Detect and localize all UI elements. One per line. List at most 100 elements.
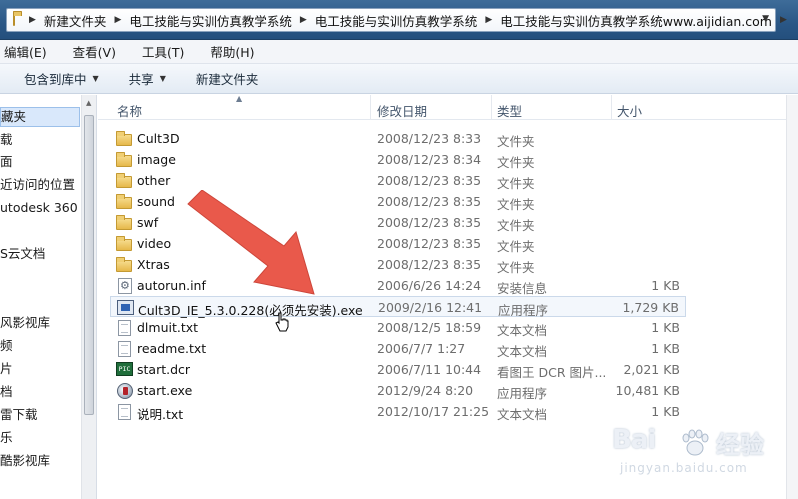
address-bar[interactable]: ▶ 新建文件夹 ▶ 电工技能与实训仿真教学系统 ▶ 电工技能与实训仿真教学系统 …: [6, 8, 787, 32]
file-type: 文件夹: [497, 197, 535, 212]
file-row[interactable]: other 2008/12/23 8:35 文件夹: [110, 170, 686, 191]
share-button[interactable]: 共享 ▼: [129, 69, 166, 88]
file-date: 2008/12/23 8:35: [377, 194, 482, 209]
nav-item-music[interactable]: 乐: [0, 428, 13, 448]
scroll-up-icon[interactable]: ▲: [86, 99, 91, 107]
folder-icon: [116, 236, 132, 251]
nav-item-videos[interactable]: 频: [0, 336, 13, 356]
image-file-icon: PIC: [116, 362, 133, 376]
mouse-cursor-icon: [275, 312, 289, 332]
file-date: 2008/12/23 8:35: [377, 215, 482, 230]
file-name: Cult3D: [137, 131, 180, 146]
command-toolbar: 包含到库中 ▼ 共享 ▼ 新建文件夹: [0, 64, 798, 94]
file-type: 安装信息: [497, 281, 548, 296]
settings-file-icon: [118, 278, 132, 294]
paw-logo-icon: [682, 429, 709, 456]
column-header-row: ▲ 名称 修改日期 类型 大小: [98, 94, 798, 120]
file-row[interactable]: PIC start.dcr 2006/7/11 10:44 看图王 DCR 图片...…: [110, 359, 686, 380]
file-date: 2008/12/23 8:35: [377, 236, 482, 251]
breadcrumb-item[interactable]: 电工技能与实训仿真教学系统: [315, 11, 478, 30]
new-folder-button[interactable]: 新建文件夹: [196, 69, 259, 88]
column-divider[interactable]: [370, 95, 371, 120]
nav-item-autodesk-360[interactable]: utodesk 360: [0, 198, 78, 218]
nav-scrollbar[interactable]: ▲: [81, 95, 96, 499]
file-row[interactable]: readme.txt 2006/7/7 1:27 文本文档 1 KB: [110, 338, 686, 359]
file-row[interactable]: sound 2008/12/23 8:35 文件夹: [110, 191, 686, 212]
file-size: 1 KB: [651, 404, 680, 419]
folder-icon: [116, 215, 132, 230]
menu-help[interactable]: 帮助(H): [206, 42, 262, 61]
folder-icon: [116, 257, 132, 272]
watermark-brand-cn: 经验: [716, 431, 764, 459]
nav-scrollbar-thumb[interactable]: [84, 115, 94, 415]
column-divider[interactable]: [491, 95, 492, 120]
nav-item-recent-places[interactable]: 近访问的位置: [0, 175, 75, 195]
file-name: swf: [137, 215, 159, 230]
file-type: 应用程序: [497, 386, 548, 401]
file-row[interactable]: image 2008/12/23 8:34 文件夹: [110, 149, 686, 170]
chevron-down-icon[interactable]: ▼: [762, 14, 769, 24]
file-type: 文本文档: [497, 323, 548, 338]
folder-icon: [13, 11, 22, 26]
file-date: 2006/7/7 1:27: [377, 341, 466, 356]
file-date: 2012/10/17 21:25: [377, 404, 490, 419]
include-in-library-button[interactable]: 包含到库中 ▼: [24, 69, 99, 88]
menu-tools[interactable]: 工具(T): [138, 42, 192, 61]
navigation-pane: 藏夹 载 面 近访问的位置 utodesk 360 S云文档 风影视库 频 片 …: [0, 95, 97, 499]
nav-item-desktop[interactable]: 面: [0, 152, 13, 172]
chevron-right-icon[interactable]: ▶: [780, 15, 787, 25]
file-row[interactable]: video 2008/12/23 8:35 文件夹: [110, 233, 686, 254]
file-row[interactable]: Cult3D_IE_5.3.0.228(必须先安装).exe 2009/2/16 …: [110, 296, 686, 318]
file-row[interactable]: autorun.inf 2006/6/26 14:24 安装信息 1 KB: [110, 275, 686, 296]
nav-item-favorites[interactable]: 藏夹: [0, 107, 80, 127]
text-file-icon: [118, 404, 131, 420]
address-bar-area: ▶ 新建文件夹 ▶ 电工技能与实训仿真教学系统 ▶ 电工技能与实训仿真教学系统 …: [0, 0, 798, 40]
chevron-right-icon[interactable]: ▶: [300, 15, 307, 25]
text-file-icon: [118, 341, 131, 357]
chevron-right-icon[interactable]: ▶: [29, 15, 36, 25]
file-type: 文件夹: [497, 155, 535, 170]
breadcrumb-item[interactable]: 新建文件夹: [44, 11, 107, 30]
file-row[interactable]: 说明.txt 2012/10/17 21:25 文本文档 1 KB: [110, 401, 686, 422]
file-name: start.exe: [137, 383, 193, 398]
column-type[interactable]: 类型: [497, 101, 522, 120]
file-name: video: [137, 236, 172, 251]
file-size: 1,729 KB: [622, 300, 679, 315]
menu-view[interactable]: 查看(V): [69, 42, 124, 61]
chevron-right-icon[interactable]: ▶: [114, 15, 121, 25]
folder-icon: [116, 152, 132, 167]
watermark-url: jingyan.baidu.com: [620, 461, 748, 475]
include-in-library-label: 包含到库中: [24, 72, 87, 87]
file-row[interactable]: dlmuit.txt 2008/12/5 18:59 文本文档 1 KB: [110, 317, 686, 338]
file-row[interactable]: start.exe 2012/9/24 8:20 应用程序 10,481 KB: [110, 380, 686, 401]
nav-item-documents[interactable]: 档: [0, 382, 13, 402]
file-name: dlmuit.txt: [137, 320, 199, 335]
file-name: Xtras: [137, 257, 170, 272]
column-divider[interactable]: [611, 95, 612, 120]
breadcrumb-item-current[interactable]: 电工技能与实训仿真教学系统www.aijidian.com: [500, 11, 772, 30]
nav-item-pictures[interactable]: 片: [0, 359, 13, 379]
nav-item-youku-library[interactable]: 酷影视库: [0, 451, 50, 471]
file-row[interactable]: swf 2008/12/23 8:35 文件夹: [110, 212, 686, 233]
nav-item-downloads[interactable]: 载: [0, 130, 13, 150]
column-name[interactable]: 名称: [117, 101, 142, 120]
chevron-right-icon[interactable]: ▶: [485, 15, 492, 25]
nav-item-cloud-docs[interactable]: S云文档: [0, 244, 45, 264]
breadcrumb-item[interactable]: 电工技能与实训仿真教学系统: [129, 11, 292, 30]
file-date: 2008/12/23 8:35: [377, 173, 482, 188]
folder-icon: [116, 173, 132, 188]
file-row[interactable]: Xtras 2008/12/23 8:35 文件夹: [110, 254, 686, 275]
watermark-brand: Bai: [612, 425, 656, 455]
menu-bar: 编辑(E) 查看(V) 工具(T) 帮助(H): [0, 40, 798, 64]
menu-edit[interactable]: 编辑(E): [0, 42, 55, 61]
nav-item-thunder-downloads[interactable]: 雷下载: [0, 405, 38, 425]
file-type: 文件夹: [497, 239, 535, 254]
column-size[interactable]: 大小: [617, 101, 642, 120]
file-name: autorun.inf: [137, 278, 206, 293]
column-date[interactable]: 修改日期: [377, 101, 427, 120]
installer-icon: [117, 300, 134, 315]
file-row[interactable]: Cult3D 2008/12/23 8:33 文件夹: [110, 128, 686, 149]
nav-item-video-library[interactable]: 风影视库: [0, 313, 50, 333]
file-date: 2009/2/16 12:41: [378, 300, 483, 315]
file-name: other: [137, 173, 171, 188]
